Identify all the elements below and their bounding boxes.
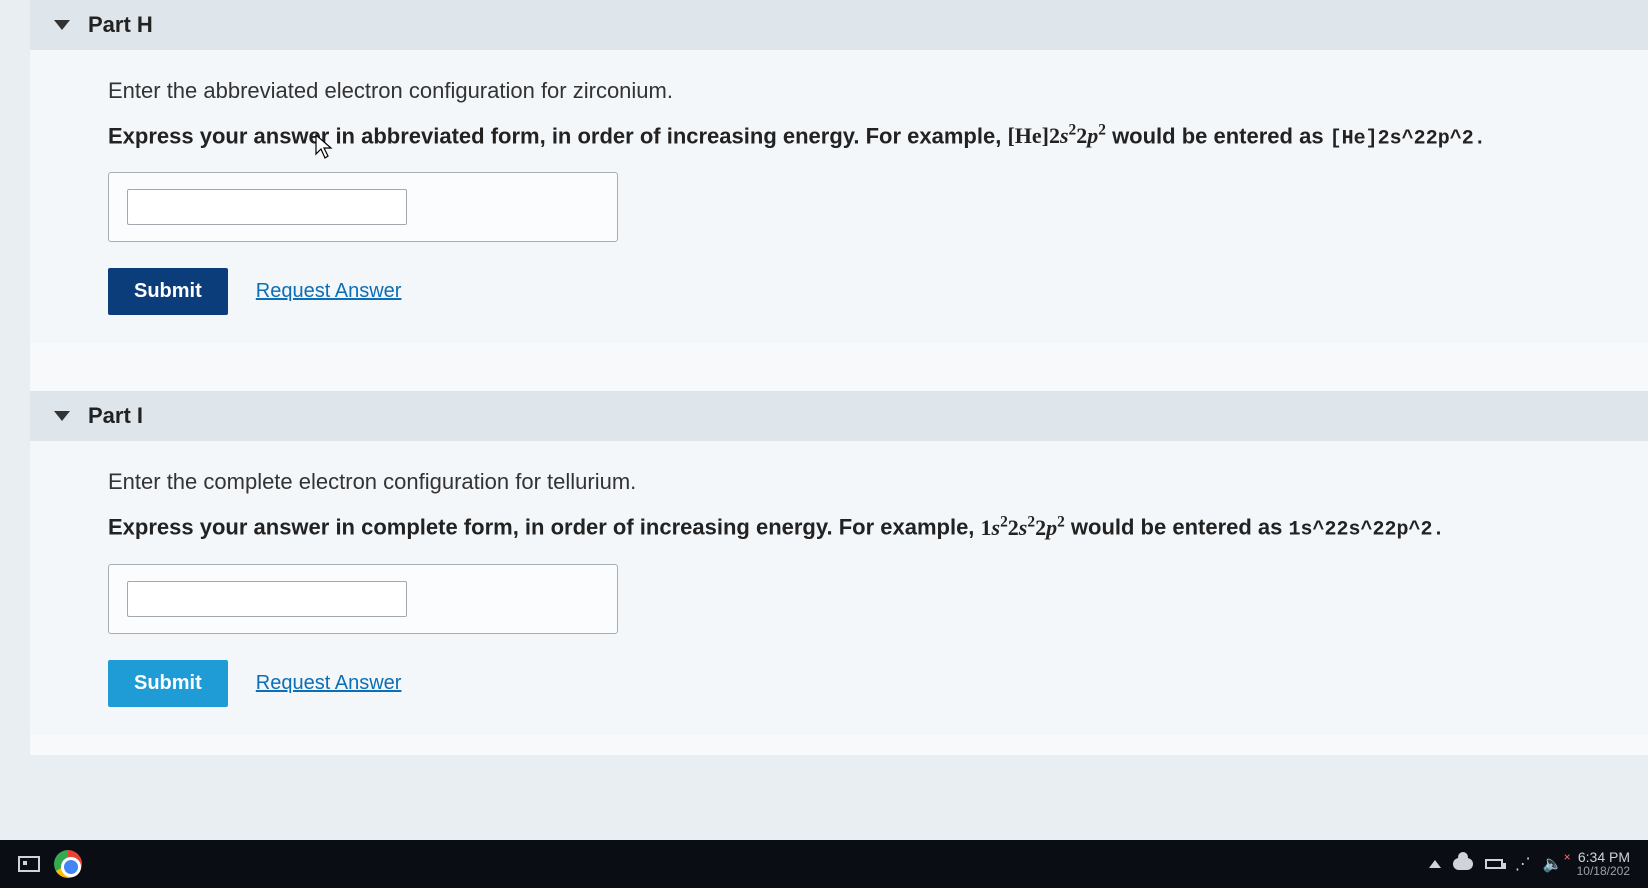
request-answer-link[interactable]: Request Answer bbox=[256, 280, 402, 303]
part-body-H: Enter the abbreviated electron configura… bbox=[30, 50, 1648, 343]
chevron-up-icon[interactable] bbox=[1429, 860, 1441, 868]
part-header-H[interactable]: Part H bbox=[30, 0, 1648, 50]
example-formula: [He]2s22p2 bbox=[1007, 123, 1106, 148]
example-plain-entry: 1s^22s^22p^2. bbox=[1289, 519, 1445, 542]
answer-instructions: Express your answer in abbreviated form,… bbox=[108, 122, 1610, 150]
request-answer-link[interactable]: Request Answer bbox=[256, 672, 402, 695]
taskview-icon[interactable] bbox=[18, 856, 40, 872]
action-row: Submit Request Answer bbox=[108, 660, 1610, 707]
chrome-icon[interactable] bbox=[54, 850, 82, 878]
wifi-icon[interactable]: ⋰ bbox=[1515, 854, 1531, 874]
clock[interactable]: 6:34 PM 10/18/202 bbox=[1577, 850, 1630, 879]
example-plain-entry: [He]2s^22p^2. bbox=[1330, 127, 1486, 150]
question-prompt: Enter the abbreviated electron configura… bbox=[108, 78, 1610, 104]
assignment-page: Part H Enter the abbreviated electron co… bbox=[30, 0, 1648, 755]
spacer bbox=[30, 343, 1648, 391]
volume-muted-icon[interactable]: 🔈× bbox=[1543, 854, 1563, 874]
answer-container bbox=[108, 564, 618, 634]
time-text: 6:34 PM bbox=[1577, 850, 1630, 865]
question-prompt: Enter the complete electron configuratio… bbox=[108, 469, 1610, 495]
collapse-icon[interactable] bbox=[54, 20, 70, 30]
submit-button[interactable]: Submit bbox=[108, 660, 228, 707]
cloud-icon[interactable] bbox=[1453, 858, 1473, 870]
part-header-I[interactable]: Part I bbox=[30, 391, 1648, 441]
submit-button[interactable]: Submit bbox=[108, 268, 228, 315]
example-formula: 1s22s22p2 bbox=[981, 515, 1065, 540]
action-row: Submit Request Answer bbox=[108, 268, 1610, 315]
part-title: Part I bbox=[88, 403, 143, 429]
answer-container bbox=[108, 172, 618, 242]
answer-instructions: Express your answer in complete form, in… bbox=[108, 513, 1610, 541]
instruction-mid: would be entered as bbox=[1071, 515, 1289, 540]
part-title: Part H bbox=[88, 12, 153, 38]
answer-input[interactable] bbox=[127, 581, 407, 617]
date-text: 10/18/202 bbox=[1577, 865, 1630, 878]
part-body-I: Enter the complete electron configuratio… bbox=[30, 441, 1648, 734]
answer-input[interactable] bbox=[127, 189, 407, 225]
taskbar: ⋰ 🔈× 6:34 PM 10/18/202 bbox=[0, 840, 1648, 888]
battery-icon[interactable] bbox=[1485, 859, 1503, 869]
instruction-prefix: Express your answer in abbreviated form,… bbox=[108, 123, 1007, 148]
instruction-prefix: Express your answer in complete form, in… bbox=[108, 515, 981, 540]
collapse-icon[interactable] bbox=[54, 411, 70, 421]
system-tray: ⋰ 🔈× bbox=[1429, 854, 1563, 874]
instruction-mid: would be entered as bbox=[1112, 123, 1330, 148]
